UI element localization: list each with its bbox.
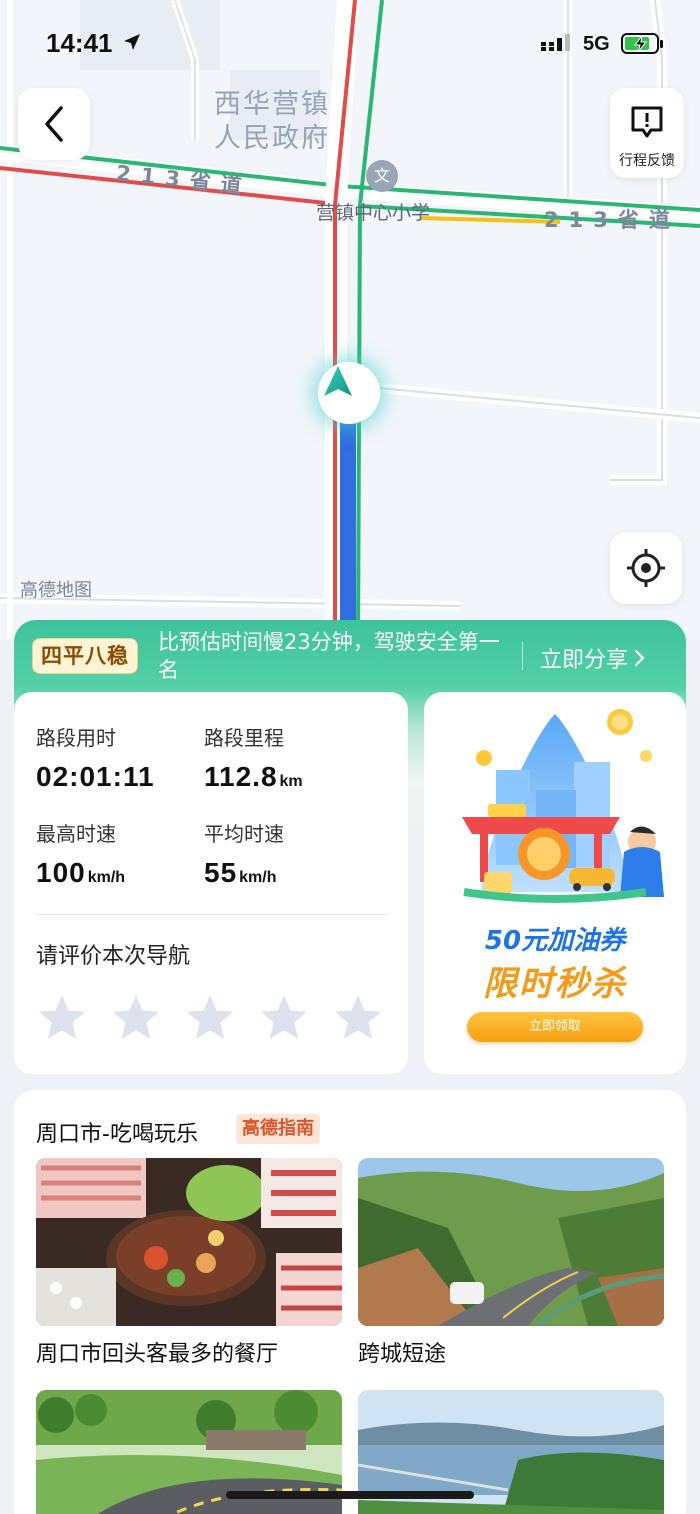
claim-coupon-button[interactable]: 立即领取 bbox=[467, 1012, 643, 1042]
restaurant-tile[interactable] bbox=[36, 1158, 342, 1326]
divider bbox=[36, 914, 388, 915]
tile-caption: 周口市回头客最多的餐厅 bbox=[36, 1342, 279, 1367]
avg-speed-label: 平均时速 bbox=[204, 822, 284, 846]
network-type: 5G bbox=[583, 33, 610, 55]
location-services-icon bbox=[124, 34, 140, 50]
avg-speed-unit: km/h bbox=[239, 869, 277, 886]
star-icon[interactable] bbox=[110, 992, 162, 1044]
school-label: 营镇中心小学 bbox=[316, 202, 431, 224]
current-position-marker bbox=[318, 362, 380, 424]
trip-stats-card: 路段用时 02:01:11 路段里程 112.8 km 最高时速 100 km/h … bbox=[14, 692, 408, 1074]
distance-value: 112.8 km bbox=[204, 761, 303, 792]
mountain-road-photo bbox=[358, 1158, 664, 1326]
home-indicator[interactable] bbox=[226, 1491, 474, 1499]
signal-strength-icon bbox=[541, 34, 570, 51]
max-speed-label: 最高时速 bbox=[36, 822, 116, 846]
trip-feedback-button[interactable]: 行程反馈 bbox=[610, 88, 684, 178]
government-label: 西华营镇 人民政府 bbox=[214, 89, 330, 154]
road-label: 213省道 bbox=[544, 208, 680, 232]
rating-prompt: 请评价本次导航 bbox=[36, 944, 191, 969]
share-button[interactable]: 立即分享 bbox=[540, 642, 646, 674]
star-icon[interactable] bbox=[184, 992, 236, 1044]
distance-stat: 路段里程 112.8 km bbox=[204, 722, 303, 793]
feedback-alert-icon bbox=[631, 106, 663, 138]
avg-speed-value: 55 km/h bbox=[204, 857, 277, 888]
trip-summary-panel: 四平八稳 比预估时间慢23分钟，驾驶安全第一名 立即分享 路段用时 02:01:… bbox=[14, 620, 686, 1090]
star-icon[interactable] bbox=[332, 992, 384, 1044]
crosshair-icon bbox=[627, 549, 665, 587]
hotpot-photo bbox=[36, 1158, 342, 1326]
guide-tag: 高德指南 bbox=[236, 1114, 320, 1144]
short-trip-tile[interactable] bbox=[358, 1158, 664, 1326]
chevron-right-icon bbox=[634, 649, 645, 667]
map-roads bbox=[0, 0, 700, 640]
trip-feedback-label: 行程反馈 bbox=[619, 153, 675, 169]
battery-charging-icon bbox=[621, 33, 663, 54]
distance-label: 路段里程 bbox=[204, 726, 284, 750]
tile-caption: 跨城短途 bbox=[358, 1342, 447, 1367]
duration-label: 路段用时 bbox=[36, 726, 116, 750]
guide-title: 周口市-吃喝玩乐 bbox=[36, 1122, 198, 1147]
summary-text: 比预估时间慢23分钟，驾驶安全第一名 bbox=[158, 630, 500, 682]
locate-me-button[interactable] bbox=[610, 532, 682, 604]
gas-station-illustration bbox=[462, 709, 664, 903]
status-time: 14:41 bbox=[46, 28, 113, 58]
back-button[interactable] bbox=[18, 88, 90, 160]
chevron-left-icon bbox=[45, 106, 63, 142]
duration-value: 02:01:11 bbox=[36, 761, 155, 792]
max-speed-stat: 最高时速 100 km/h bbox=[36, 818, 125, 889]
fuel-coupon-ad[interactable]: 50元加油券 限时秒杀 立即领取 bbox=[424, 692, 686, 1074]
driving-badge: 四平八稳 bbox=[32, 638, 138, 674]
max-speed-value: 100 km/h bbox=[36, 857, 126, 888]
share-label: 立即分享 bbox=[540, 648, 629, 673]
map-brand-label: 高德地图 bbox=[20, 580, 92, 601]
school-pin-icon[interactable]: 文 bbox=[366, 160, 398, 192]
max-speed-unit: km/h bbox=[87, 869, 126, 886]
ad-title: 50元加油券 bbox=[484, 926, 626, 956]
ad-subtitle: 限时秒杀 bbox=[483, 964, 627, 1004]
avg-speed-stat: 平均时速 55 km/h bbox=[204, 818, 284, 889]
navigation-arrow-icon bbox=[324, 366, 352, 396]
star-icon[interactable] bbox=[36, 992, 88, 1044]
rating-stars[interactable] bbox=[36, 992, 384, 1044]
divider bbox=[522, 642, 523, 670]
distance-unit: km bbox=[279, 773, 303, 790]
status-bar: 14:41 5G bbox=[0, 0, 700, 84]
duration-stat: 路段用时 02:01:11 bbox=[36, 722, 155, 793]
star-icon[interactable] bbox=[258, 992, 310, 1044]
city-guide-section: 周口市-吃喝玩乐 高德指南 周口市回头客最多的餐厅 跨城短途 bbox=[14, 1090, 686, 1514]
map-view[interactable]: 西华营镇 人民政府 213省道 213省道 文 营镇中心小学 高德地图 bbox=[0, 0, 700, 640]
summary-banner: 四平八稳 比预估时间慢23分钟，驾驶安全第一名 立即分享 bbox=[14, 620, 686, 692]
